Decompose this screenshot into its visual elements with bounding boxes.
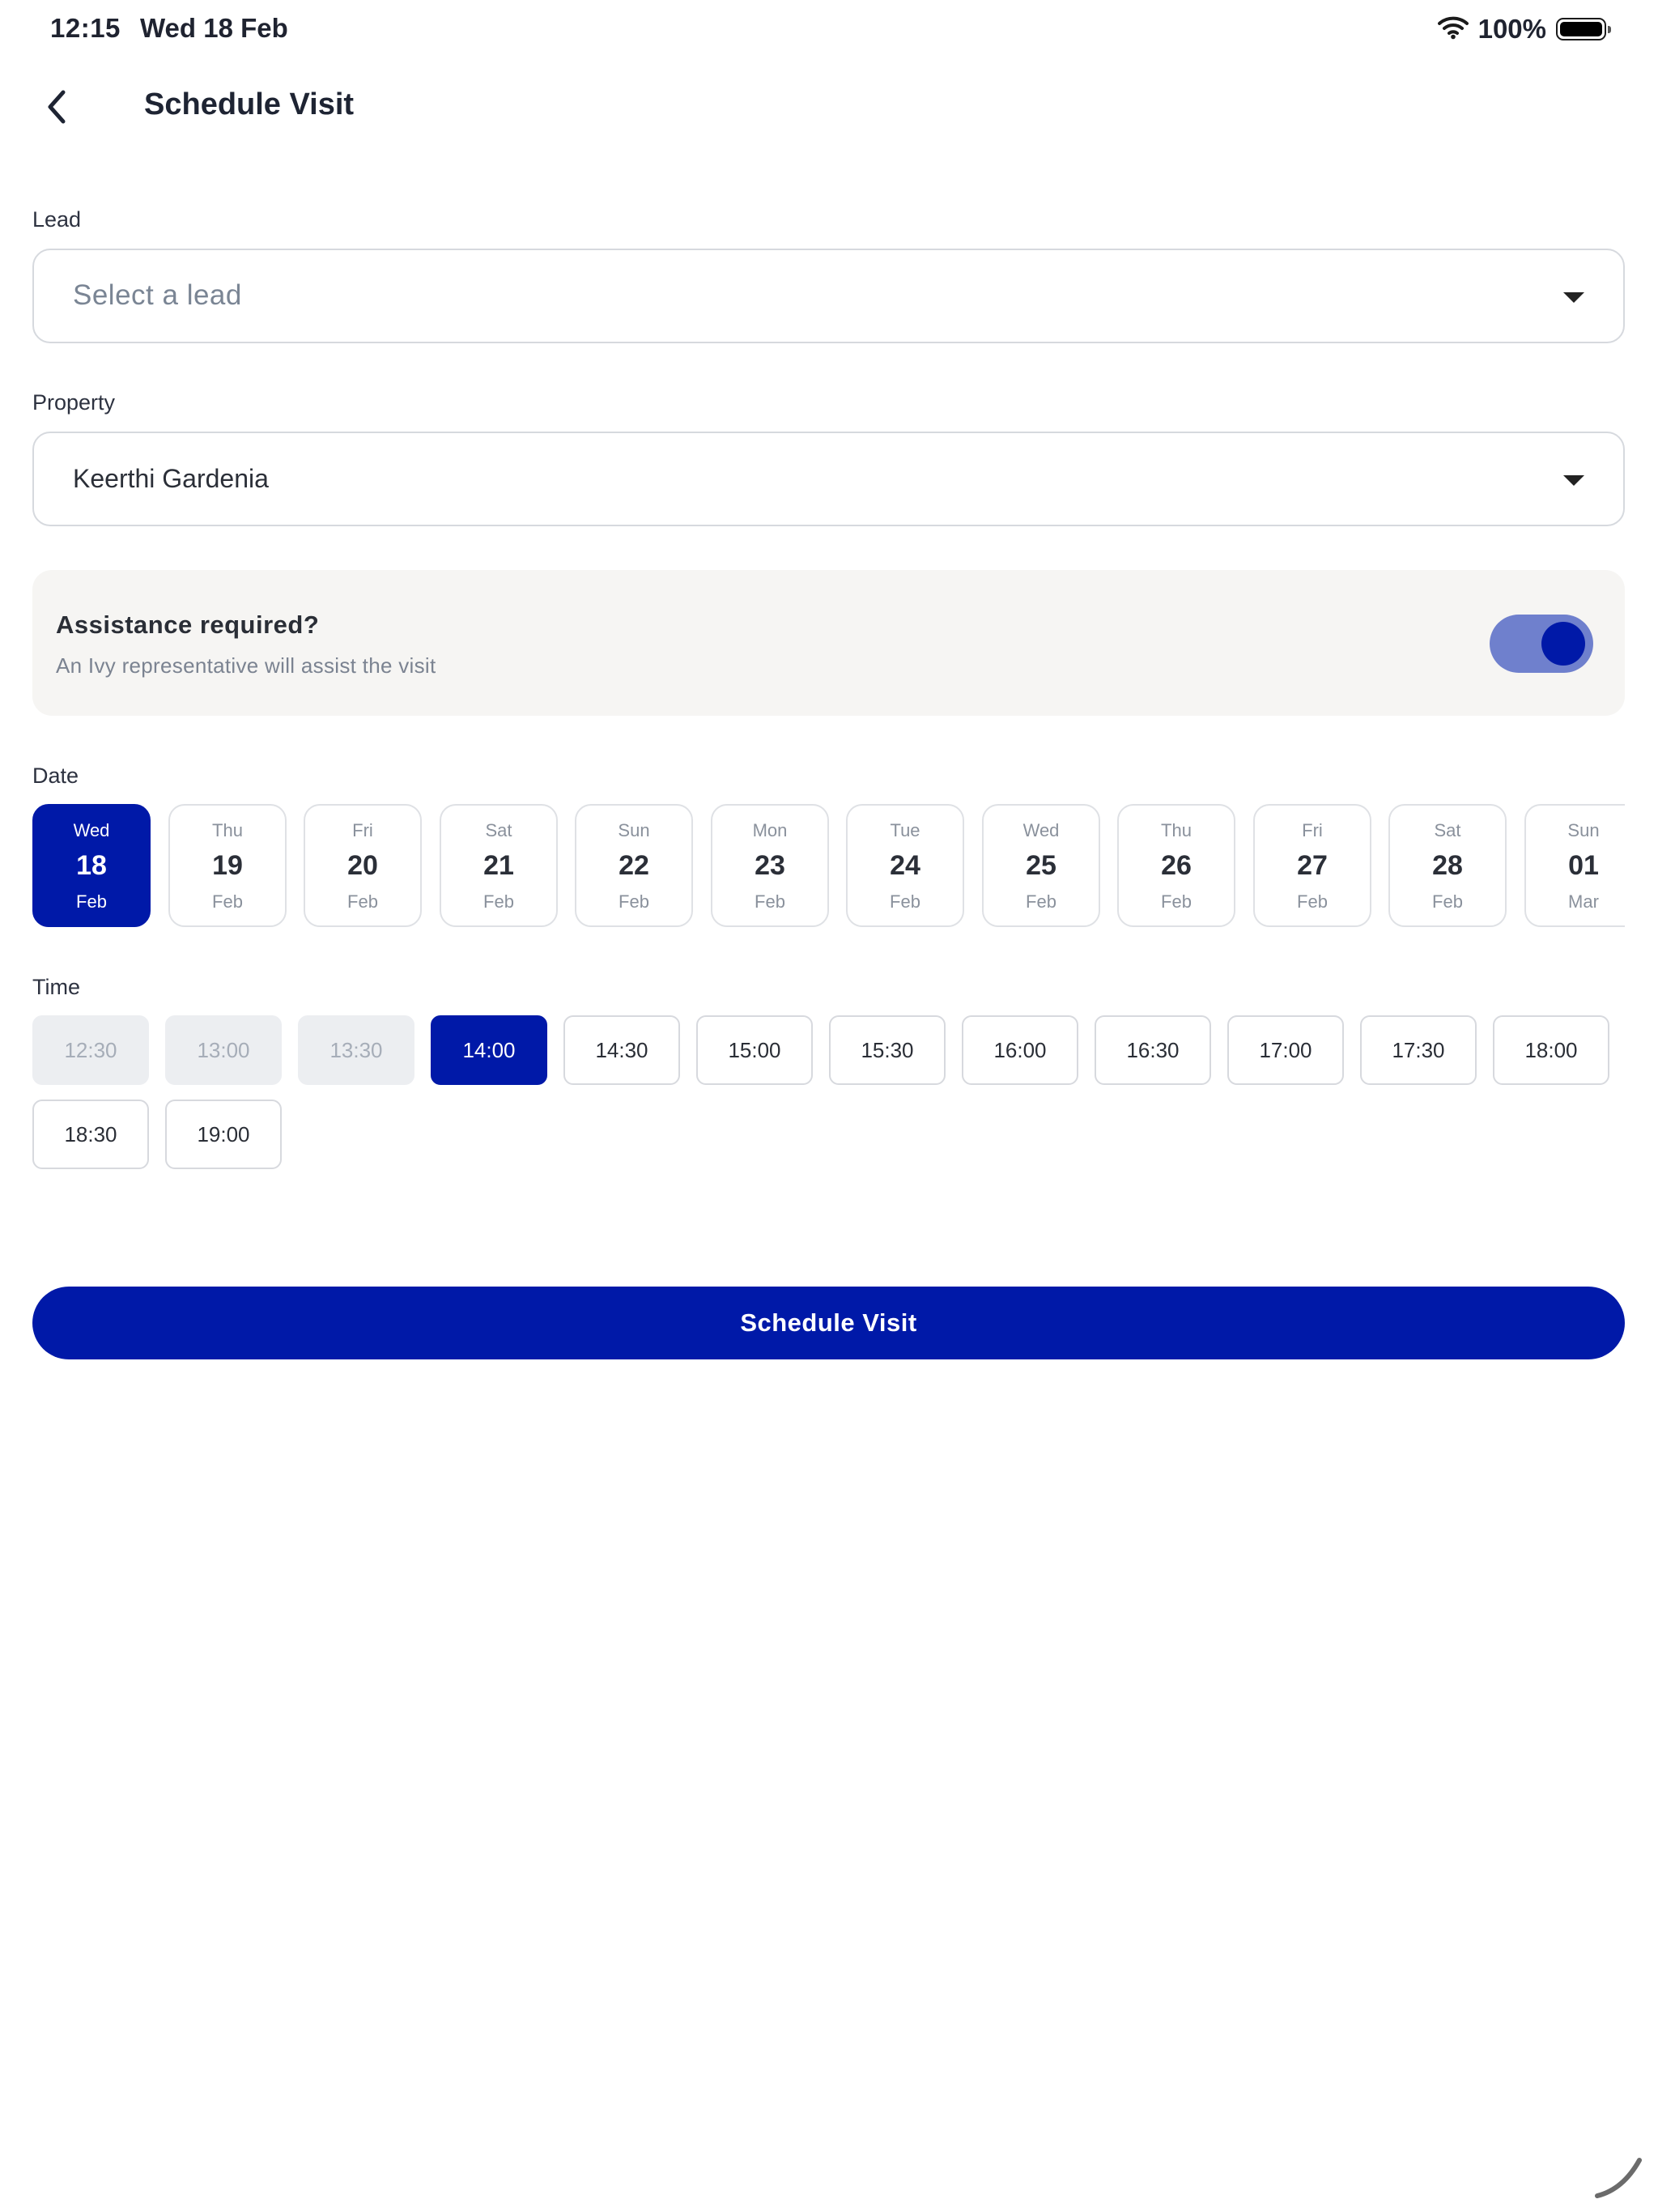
date-option-month: Feb [755,891,785,912]
date-option-day: 22 [619,850,649,881]
time-slot[interactable]: 15:30 [829,1015,946,1085]
date-option-month: Feb [1297,891,1328,912]
date-option-weekday: Sun [1567,820,1600,840]
date-option-day: 01 [1568,850,1599,881]
time-slot: 13:00 [165,1015,282,1085]
date-option[interactable]: Sat 21 Feb [440,804,558,927]
page-title: Schedule Visit [144,87,355,121]
date-option-weekday: Fri [1302,820,1323,840]
property-select-value: Keerthi Gardenia [73,464,269,493]
property-select[interactable]: Keerthi Gardenia [32,432,1625,526]
date-option-weekday: Tue [890,820,920,840]
wifi-icon [1437,15,1469,44]
lead-label: Lead [32,207,82,232]
assistance-card: Assistance required? An Ivy representati… [32,570,1625,716]
back-button[interactable] [29,81,84,136]
time-slot: 12:30 [32,1015,149,1085]
date-option-month: Feb [76,891,107,912]
date-option-month: Feb [1161,891,1192,912]
date-option[interactable]: Sat 28 Feb [1388,804,1507,927]
time-label: Time [32,975,80,999]
lead-select[interactable]: Select a lead [32,249,1625,343]
time-slot[interactable]: 15:00 [696,1015,813,1085]
date-option-weekday: Sat [485,820,512,840]
date-option[interactable]: Thu 26 Feb [1117,804,1235,927]
date-option-weekday: Sat [1434,820,1461,840]
caret-down-icon [1563,475,1584,486]
date-option-month: Feb [619,891,649,912]
date-option-day: 26 [1161,850,1192,881]
date-option-weekday: Wed [1022,820,1060,840]
status-date: Wed 18 Feb [140,13,288,43]
date-label: Date [32,764,79,788]
battery-percentage: 100% [1477,14,1546,44]
date-option-day: 23 [755,850,785,881]
date-option-day: 18 [76,850,107,881]
date-option-day: 21 [483,850,514,881]
time-slot[interactable]: 18:00 [1493,1015,1609,1085]
date-option-weekday: Mon [752,820,788,840]
date-option[interactable]: Tue 24 Feb [846,804,964,927]
time-slot[interactable]: 14:00 [431,1015,547,1085]
assistance-toggle[interactable] [1490,615,1593,673]
date-option-month: Feb [1026,891,1056,912]
battery-icon [1556,18,1611,40]
schedule-visit-button[interactable]: Schedule Visit [32,1287,1625,1359]
time-slot[interactable]: 16:30 [1095,1015,1211,1085]
time-slot: 13:30 [298,1015,414,1085]
date-option[interactable]: Sun 22 Feb [575,804,693,927]
date-option-weekday: Fri [352,820,373,840]
date-option[interactable]: Fri 27 Feb [1253,804,1371,927]
toggle-knob [1541,622,1585,666]
date-option[interactable]: Thu 19 Feb [168,804,287,927]
chevron-left-icon [42,87,71,130]
time-slot[interactable]: 18:30 [32,1100,149,1169]
time-slot[interactable]: 16:00 [962,1015,1078,1085]
property-label: Property [32,390,116,415]
time-slot[interactable]: 14:30 [563,1015,680,1085]
date-option-weekday: Thu [212,820,243,840]
date-option[interactable]: Fri 20 Feb [304,804,422,927]
date-option-month: Feb [1432,891,1463,912]
date-option-month: Feb [212,891,243,912]
date-option-month: Feb [347,891,378,912]
date-option[interactable]: Mon 23 Feb [711,804,829,927]
date-option-weekday: Thu [1161,820,1192,840]
date-option[interactable]: Sun 01 Mar [1524,804,1625,927]
date-option-month: Mar [1568,891,1599,912]
date-option-day: 25 [1026,850,1056,881]
time-slot[interactable]: 17:30 [1360,1015,1477,1085]
date-option-weekday: Sun [618,820,650,840]
date-option-day: 27 [1297,850,1328,881]
date-option-day: 20 [347,850,378,881]
date-option-day: 19 [212,850,243,881]
date-option-weekday: Wed [73,820,110,840]
time-picker: 12:30 13:00 13:30 14:00 14:30 15:00 15:30 16:00… [32,1015,1625,1169]
status-bar: 12:15 Wed 18 Feb 100% [0,0,1658,58]
assistance-title: Assistance required? [56,610,320,639]
time-slot[interactable]: 17:00 [1227,1015,1344,1085]
date-option-day: 24 [890,850,920,881]
date-option-day: 28 [1432,850,1463,881]
date-option[interactable]: Wed 25 Feb [982,804,1100,927]
status-indicators: 100% [1437,11,1611,47]
assistance-subtitle: An Ivy representative will assist the vi… [56,653,436,678]
date-picker[interactable]: Wed 18 Feb Thu 19 Feb Fri 20 Feb Sat 21 Feb Sun 22 Feb… [32,804,1625,929]
resize-handle-icon[interactable] [1591,2154,1647,2202]
date-option-month: Feb [890,891,920,912]
caret-down-icon [1563,292,1584,303]
date-option[interactable]: Wed 18 Feb [32,804,151,927]
lead-select-placeholder: Select a lead [73,279,242,311]
nav-bar: Schedule Visit [0,73,1658,146]
status-time: 12:15 [50,13,121,43]
time-slot[interactable]: 19:00 [165,1100,282,1169]
date-option-month: Feb [483,891,514,912]
